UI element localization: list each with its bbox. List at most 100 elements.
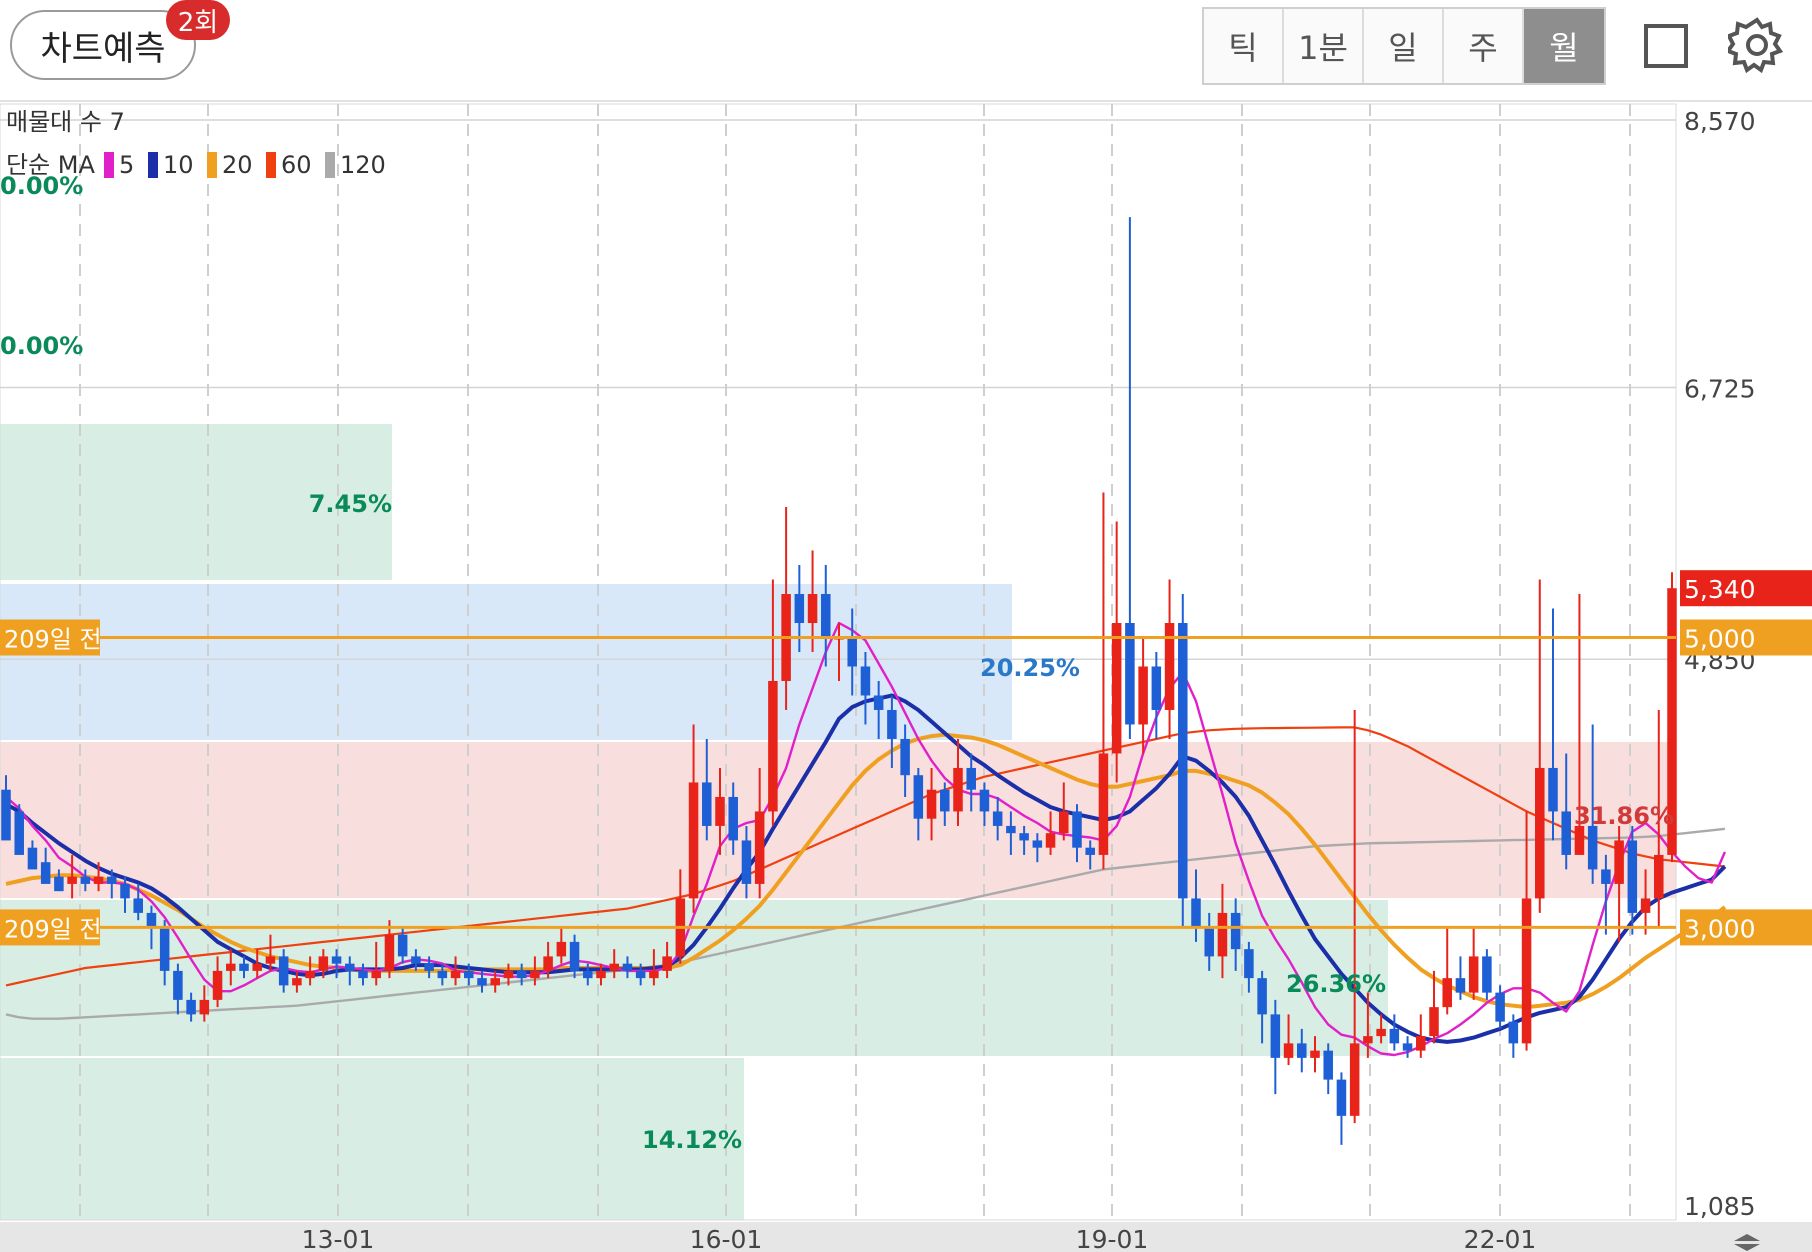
ma-legend-label: 120	[340, 151, 386, 179]
candle-body	[1548, 767, 1558, 812]
y-axis-tick-label: 1,085	[1684, 1192, 1756, 1221]
x-axis-tick-label: 13-01	[302, 1225, 375, 1252]
period-tab-day[interactable]: 일	[1364, 9, 1444, 83]
candle-body	[622, 963, 633, 971]
candle-body	[146, 912, 157, 928]
candle-body	[1587, 825, 1598, 870]
candle	[1402, 1036, 1413, 1058]
gear-icon[interactable]	[1728, 16, 1786, 74]
volume-profile-label: 14.12%	[642, 1126, 742, 1154]
candle-body	[900, 738, 910, 776]
candle-body	[1019, 833, 1029, 841]
period-tab-1min[interactable]: 1분	[1284, 9, 1364, 83]
y-axis-tick-label: 8,570	[1684, 107, 1756, 136]
candle-body	[1072, 811, 1082, 848]
candle-body	[1455, 978, 1466, 993]
candle	[1468, 927, 1479, 1000]
candle-body	[80, 876, 91, 884]
candle-body	[265, 956, 276, 964]
candle-body	[807, 594, 818, 623]
candle-body	[159, 927, 170, 971]
candle-body	[199, 999, 210, 1015]
ma-legend-label: 5	[119, 151, 134, 179]
period-selector: 틱 1분 일 주 월	[1202, 7, 1606, 85]
candle-body	[1640, 898, 1651, 913]
candle-body	[1217, 912, 1228, 957]
volume-profile-label: 26.36%	[1286, 970, 1386, 998]
candle-body	[477, 978, 487, 986]
candle	[1164, 579, 1175, 739]
candle-body	[1323, 1050, 1333, 1080]
candle-body	[768, 680, 778, 812]
candle-body	[292, 978, 302, 986]
candle-body	[186, 999, 196, 1015]
candle-body	[1032, 840, 1043, 848]
candlestick-chart[interactable]: 209일 전209일 전 8,5706,7254,8501,0855,3405,…	[0, 100, 1812, 1252]
candle-body	[635, 970, 646, 979]
period-tab-tick[interactable]: 틱	[1204, 9, 1284, 83]
candle-body	[860, 666, 871, 696]
predict-count-badge: 2회	[166, 0, 230, 40]
candle-body	[450, 970, 461, 979]
candle-body	[847, 637, 857, 667]
x-axis-tick-label: 19-01	[1076, 1225, 1149, 1252]
candle-body	[556, 941, 567, 957]
ma-legend-swatch	[207, 152, 217, 178]
candle-body	[887, 709, 897, 739]
candle-body	[358, 970, 368, 979]
x-axis-tick-label: 22-01	[1464, 1225, 1537, 1252]
ma-legend-swatch	[148, 152, 158, 178]
fullscreen-square-icon[interactable]	[1644, 24, 1688, 68]
candle-body	[1402, 1043, 1413, 1051]
candle-body	[715, 796, 725, 826]
candle-body	[1521, 898, 1532, 1044]
candle-body	[1416, 1036, 1426, 1051]
candle-body	[966, 767, 976, 790]
period-tab-week[interactable]: 주	[1444, 9, 1524, 83]
candle-body	[1574, 825, 1585, 855]
candle-body	[226, 963, 236, 971]
candle-body	[239, 963, 249, 971]
candle-body	[1429, 1007, 1439, 1037]
scroll-handle-icon[interactable]	[1730, 1232, 1764, 1252]
candle-body	[1601, 869, 1611, 884]
candle	[1416, 1014, 1426, 1058]
ma-legend-label: 60	[281, 151, 312, 179]
candle-body	[1178, 622, 1188, 899]
candle-body	[1244, 949, 1254, 979]
reference-line-label: 209일 전	[4, 625, 102, 653]
volume-profile-label: 0.00%	[0, 172, 83, 200]
candle-body	[1363, 1036, 1373, 1044]
candle-body	[27, 847, 38, 870]
candle-body	[992, 811, 1003, 826]
candle-body	[107, 876, 117, 884]
volume-profile-label: 31.86%	[1574, 802, 1674, 830]
candle-body	[371, 970, 381, 979]
candle-body	[1230, 912, 1241, 950]
candle-body	[1059, 811, 1069, 834]
candle-body	[305, 970, 315, 979]
candle-body	[252, 963, 262, 971]
candle-body	[14, 811, 24, 855]
volume-profile-label: 0.00%	[0, 332, 83, 360]
period-tab-month[interactable]: 월	[1524, 9, 1604, 83]
candle-body	[411, 956, 421, 964]
candle	[1125, 217, 1135, 739]
candle-body	[1627, 840, 1638, 913]
candle-body	[1191, 898, 1201, 928]
candle	[1482, 949, 1492, 1000]
candle-body	[728, 796, 738, 841]
candle-body	[1535, 767, 1545, 899]
candle-body	[516, 970, 527, 979]
price-tag-label: 5,340	[1684, 575, 1756, 604]
candle-body	[424, 963, 434, 971]
candle-body	[1349, 1043, 1360, 1116]
candle-body	[1442, 978, 1452, 1008]
candle-body	[490, 978, 500, 986]
price-tag-label: 3,000	[1684, 914, 1756, 943]
volume-profile-bar	[0, 742, 1676, 898]
candle-body	[1045, 833, 1056, 848]
candle-body	[1138, 666, 1148, 725]
candle-body	[1482, 956, 1492, 993]
candle-body	[54, 876, 64, 892]
